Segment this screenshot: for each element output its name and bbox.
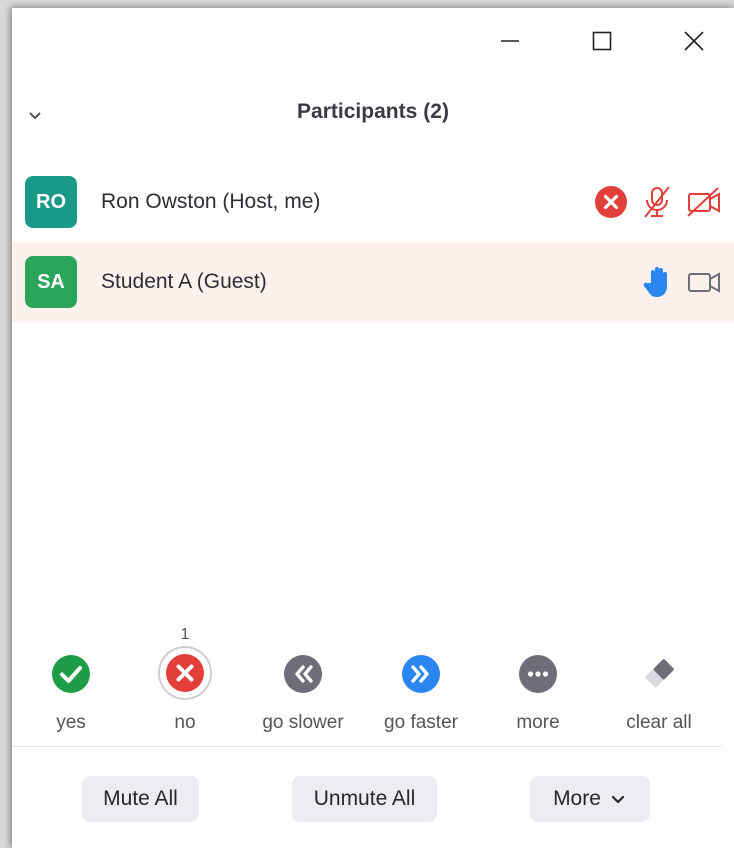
reaction-count bbox=[600, 626, 718, 646]
avatar: SA bbox=[25, 256, 77, 308]
maximize-icon bbox=[592, 31, 612, 51]
participants-window: Participants (2) RO Ron Owston (Host, me)… bbox=[12, 8, 734, 848]
reaction-clear-all[interactable]: clear all bbox=[600, 626, 718, 744]
ellipsis-icon bbox=[518, 654, 558, 694]
participant-status-icons bbox=[594, 184, 722, 220]
reaction-yes[interactable]: yes bbox=[12, 626, 130, 744]
participant-name: Ron Owston (Host, me) bbox=[101, 190, 321, 213]
reaction-label: clear all bbox=[626, 712, 692, 733]
nonverbal-feedback-bar: yes 1 no go slower go faster more clear … bbox=[12, 626, 734, 746]
participant-row[interactable]: RO Ron Owston (Host, me) bbox=[12, 162, 734, 242]
reaction-go-faster[interactable]: go faster bbox=[362, 626, 480, 744]
raised-hand-icon bbox=[642, 265, 672, 299]
participant-count: (2) bbox=[423, 100, 449, 123]
avatar: RO bbox=[25, 176, 77, 228]
reaction-go-slower[interactable]: go slower bbox=[244, 626, 362, 744]
close-icon bbox=[684, 31, 704, 51]
reaction-label: more bbox=[516, 712, 560, 733]
reaction-count bbox=[362, 626, 480, 646]
reaction-no[interactable]: 1 no bbox=[126, 626, 244, 744]
minimize-button[interactable] bbox=[490, 26, 530, 56]
video-camera-icon[interactable] bbox=[686, 265, 722, 299]
fast-forward-icon bbox=[401, 654, 441, 694]
participant-row[interactable]: SA Student A (Guest) bbox=[12, 242, 734, 322]
x-icon bbox=[158, 646, 212, 700]
panel-title: Participants (2) bbox=[12, 100, 734, 124]
reaction-count: 1 bbox=[180, 626, 190, 643]
check-icon bbox=[51, 654, 91, 694]
rewind-icon bbox=[283, 654, 323, 694]
unmute-all-button[interactable]: Unmute All bbox=[292, 776, 437, 822]
close-button[interactable] bbox=[674, 26, 714, 56]
reaction-label: yes bbox=[56, 712, 86, 733]
more-button-label: More bbox=[553, 787, 601, 810]
mute-all-button[interactable]: Mute All bbox=[82, 776, 199, 822]
participant-status-icons bbox=[642, 264, 722, 300]
panel-title-label: Participants bbox=[297, 100, 418, 123]
muted-mic-icon[interactable] bbox=[642, 185, 672, 219]
reaction-count bbox=[479, 626, 597, 646]
reaction-count bbox=[12, 626, 130, 646]
no-reaction-icon bbox=[594, 185, 628, 219]
reaction-label: no bbox=[174, 712, 196, 733]
reaction-label: go slower bbox=[262, 712, 344, 733]
participant-name: Student A (Guest) bbox=[101, 270, 267, 293]
eraser-icon bbox=[639, 654, 679, 694]
reaction-label: go faster bbox=[384, 712, 458, 733]
more-button[interactable]: More bbox=[530, 776, 650, 822]
video-off-icon[interactable] bbox=[686, 185, 722, 219]
reaction-count bbox=[244, 626, 362, 646]
reaction-more[interactable]: more bbox=[479, 626, 597, 744]
divider bbox=[12, 746, 722, 747]
minimize-icon bbox=[501, 40, 519, 42]
maximize-button[interactable] bbox=[582, 26, 622, 56]
chevron-down-icon bbox=[609, 790, 627, 808]
